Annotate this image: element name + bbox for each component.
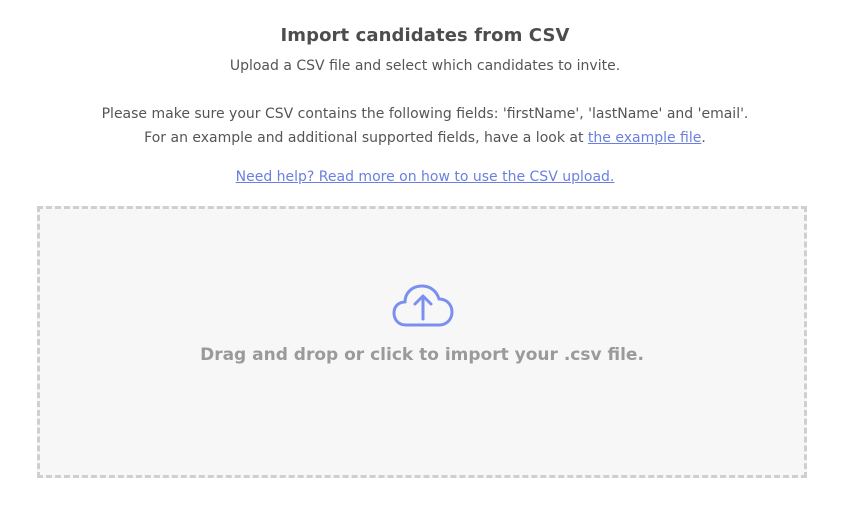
example-file-link[interactable]: the example file bbox=[588, 130, 701, 146]
csv-import-page: Import candidates from CSV Upload a CSV … bbox=[0, 0, 850, 525]
page-title: Import candidates from CSV bbox=[280, 25, 570, 46]
example-suffix-text: . bbox=[701, 130, 706, 146]
page-subtitle: Upload a CSV file and select which candi… bbox=[229, 58, 621, 74]
csv-help-link[interactable]: Need help? Read more on how to use the C… bbox=[236, 169, 615, 185]
help-line: Need help? Read more on how to use the C… bbox=[0, 169, 850, 185]
csv-dropzone[interactable]: Drag and drop or click to import your .c… bbox=[37, 206, 807, 478]
dropzone-text: Drag and drop or click to import your .c… bbox=[200, 345, 644, 365]
required-fields-text: Please make sure your CSV contains the f… bbox=[101, 106, 749, 122]
example-file-line: For an example and additional supported … bbox=[0, 130, 850, 146]
cloud-upload-icon bbox=[392, 284, 454, 327]
example-prefix-text: For an example and additional supported … bbox=[144, 130, 588, 146]
